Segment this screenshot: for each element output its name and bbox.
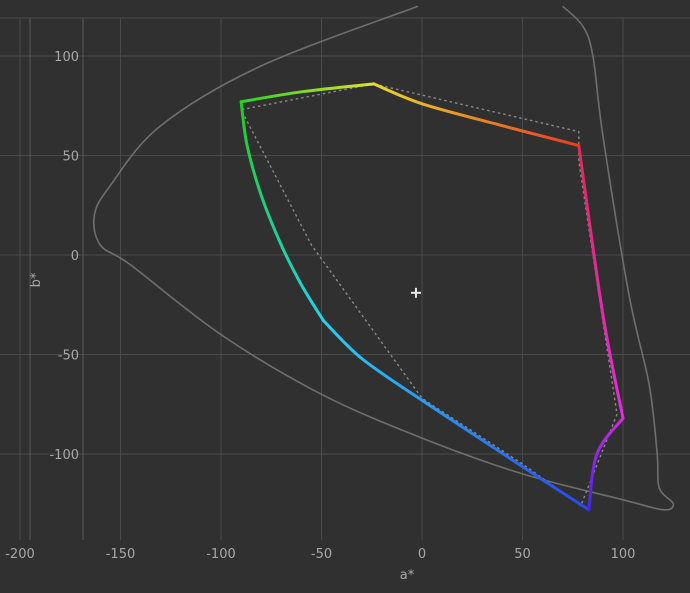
x-tick-label: -150 <box>106 547 136 562</box>
y-tick-labels: -100 -50 0 50 100 <box>49 50 79 463</box>
reference-gamut-outline <box>240 83 618 507</box>
gamut-edge <box>577 144 625 420</box>
x-axis-title: a* <box>400 568 415 583</box>
grid <box>0 18 690 540</box>
y-axis-title: b* <box>29 272 44 287</box>
x-tick-labels: -200 -150 -100 -50 0 50 100 <box>5 547 635 562</box>
gamut-edge <box>239 100 325 323</box>
x-tick-label: 100 <box>611 547 636 562</box>
x-tick-label: -100 <box>206 547 236 562</box>
x-tick-label: -50 <box>311 547 332 562</box>
x-tick-label: -200 <box>5 547 35 562</box>
gamut-chart: -200 -150 -100 -50 0 50 100 -100 -50 0 50 100 a* b… <box>0 5 690 583</box>
y-tick-label: -50 <box>58 349 79 364</box>
plot-frame <box>0 17 690 540</box>
reference-gamut <box>240 83 618 507</box>
gamut-edge <box>239 82 376 104</box>
spectral-locus-curve <box>92 5 675 511</box>
white-point-marker <box>410 287 421 298</box>
y-tick-label: -100 <box>49 448 79 463</box>
gamut-outline <box>239 82 625 512</box>
gamut-edge <box>372 82 581 148</box>
y-tick-label: 0 <box>71 249 79 264</box>
x-tick-label: 50 <box>514 547 531 562</box>
y-tick-label: 50 <box>62 150 79 165</box>
x-tick-label: 0 <box>418 547 426 562</box>
y-tick-label: 100 <box>54 50 79 65</box>
spectral-locus <box>92 5 675 511</box>
